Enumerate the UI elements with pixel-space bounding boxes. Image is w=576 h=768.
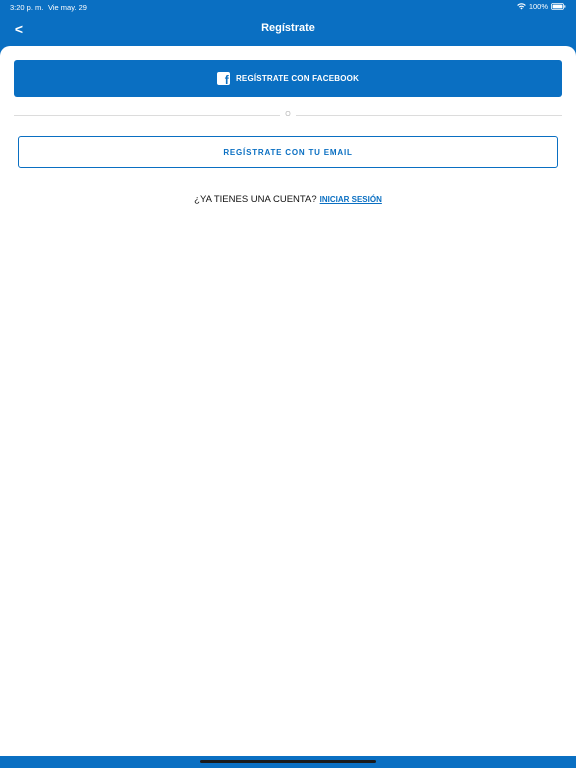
status-bar: 3:20 p. m. Vie may. 29 100% — [0, 0, 576, 14]
wifi-icon — [517, 3, 526, 10]
screen: 3:20 p. m. Vie may. 29 100% < Regístrate… — [0, 0, 576, 768]
login-prompt: ¿YA TIENES UNA CUENTA? INICIAR SESIÓN — [0, 194, 576, 205]
bottom-bar — [0, 756, 576, 768]
battery-percentage: 100% — [528, 2, 548, 11]
email-signup-button[interactable]: REGÍSTRATE CON TU EMAIL — [18, 136, 558, 168]
page-title: Regístrate — [261, 22, 315, 34]
facebook-icon: f — [216, 72, 230, 85]
status-date: Vie may. 29 — [48, 3, 87, 12]
email-signup-label: REGÍSTRATE CON TU EMAIL — [223, 147, 353, 157]
facebook-signup-label: REGÍSTRATE CON FACEBOOK — [235, 74, 360, 83]
or-divider: O — [14, 111, 562, 118]
login-link[interactable]: INICIAR SESIÓN — [320, 195, 382, 204]
home-indicator — [200, 760, 376, 763]
divider-line-right — [296, 115, 562, 116]
facebook-signup-button[interactable]: f REGÍSTRATE CON FACEBOOK — [14, 60, 562, 97]
status-indicators: 100% — [517, 2, 566, 11]
nav-bar: < Regístrate — [0, 14, 576, 46]
battery-icon — [551, 3, 566, 10]
content-sheet: f REGÍSTRATE CON FACEBOOK O REGÍSTRATE C… — [0, 46, 576, 756]
status-time: 3:20 p. m. — [10, 3, 44, 12]
login-question: ¿YA TIENES UNA CUENTA? — [194, 194, 317, 205]
